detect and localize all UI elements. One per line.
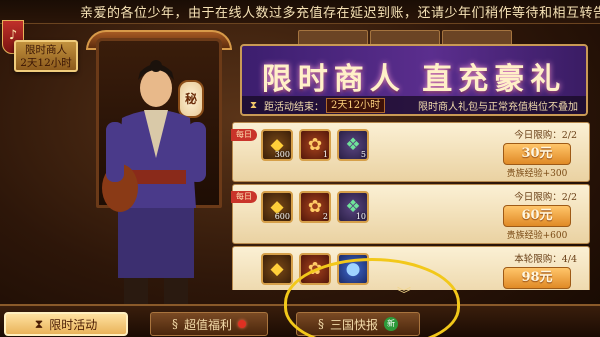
- purchase-limit: 今日限购：2/2: [514, 130, 577, 141]
- vip-exp-bonus: 贵族经验+300: [506, 169, 568, 179]
- item-count: 10: [355, 212, 366, 221]
- blue-orb-icon[interactable]: ●: [337, 253, 369, 285]
- event-banner: 限时商人 直充豪礼 ⧗ 距活动结束： 2天12小时 限时商人礼包与正常充值档位不…: [240, 44, 588, 116]
- nav-value-benefits[interactable]: § 超值福利: [150, 312, 268, 336]
- purchase-limit: 今日限购：2/2: [514, 192, 577, 203]
- daily-tag: 每日: [231, 191, 257, 203]
- item-count: 600: [274, 212, 290, 221]
- buy-button[interactable]: 30元: [503, 143, 571, 165]
- swirl-icon: §: [317, 317, 324, 331]
- nav-three-kingdoms-news[interactable]: § 三国快报 新: [296, 312, 420, 336]
- vip-exp-bonus: 贵族经验+600: [506, 231, 568, 241]
- hourglass-icon: ⧗: [250, 99, 258, 111]
- marquee-text: 亲爱的各位少年，由于在线人数过多充值存在延迟到账，还请少年们稍作等待和相互转告: [80, 6, 600, 21]
- offer-list[interactable]: 每日 ◆ 300 ✿ 1 ❖ 5 今日限购：2/2 30元 贵族经验+300 每日 ◆…: [228, 120, 594, 290]
- gold-ingot-icon[interactable]: ◆ 600: [261, 191, 293, 223]
- item-count: 5: [360, 150, 366, 159]
- nav-label: 超值福利: [183, 317, 232, 332]
- merchant-character: [102, 60, 206, 304]
- jade-token-icon[interactable]: ❖ 5: [337, 129, 369, 161]
- scroll-bag-icon[interactable]: ✿ 1: [299, 129, 331, 161]
- chevron-down-icon[interactable]: ︾: [397, 284, 411, 304]
- gold-ingot-icon[interactable]: ◆: [261, 253, 293, 285]
- nav-label: 限时活动: [49, 317, 98, 332]
- new-badge: 新: [384, 317, 398, 331]
- swirl-icon: §: [171, 317, 178, 331]
- offer-row: 每日 ◆ 600 ✿ 2 ❖ 10 今日限购：2/2 60元 贵族经验+600: [231, 184, 590, 244]
- nav-label: 三国快报: [329, 317, 378, 332]
- hourglass-icon: ⧗: [34, 316, 44, 331]
- nav-limited-events[interactable]: ⧗ 限时活动: [4, 312, 128, 336]
- timer-badge-title: 限时商人: [25, 44, 67, 56]
- offer-purchase: 今日限购：2/2 60元 贵族经验+600: [491, 189, 583, 241]
- offer-purchase: 今日限购：2/2 30元 贵族经验+300: [491, 127, 583, 179]
- announcement-marquee: 亲爱的各位少年，由于在线人数过多充值存在延迟到账，还请少年们稍作等待和相互转告: [0, 0, 600, 24]
- daily-tag: 每日: [231, 129, 257, 141]
- item-count: 300: [274, 150, 290, 159]
- countdown-value: 2天12小时: [326, 97, 386, 113]
- banner-title: 限时商人 直充豪礼: [261, 62, 567, 97]
- item-count: 2: [322, 212, 328, 221]
- offer-row: ◆ ✿ ● 本轮限购：4/4 98元: [232, 246, 590, 290]
- buy-button[interactable]: 98元: [503, 267, 571, 289]
- jade-token-icon[interactable]: ❖ 10: [337, 191, 369, 223]
- timer-badge-time: 2天12小时: [20, 57, 72, 69]
- scroll-bag-icon[interactable]: ✿ 2: [299, 191, 331, 223]
- item-count: 1: [322, 150, 328, 159]
- countdown-label: 距活动结束：: [264, 101, 324, 113]
- offer-purchase: 本轮限购：4/4 98元: [491, 251, 583, 289]
- banner-subbar: ⧗ 距活动结束： 2天12小时 限时商人礼包与正常充值档位不叠加: [242, 96, 586, 114]
- limited-merchant-timer-badge[interactable]: 限时商人 2天12小时: [14, 40, 78, 72]
- gold-ingot-icon[interactable]: ◆ 300: [261, 129, 293, 161]
- offer-row: 每日 ◆ 300 ✿ 1 ❖ 5 今日限购：2/2 30元 贵族经验+300: [231, 122, 590, 182]
- scroll-bag-icon[interactable]: ✿: [299, 253, 331, 285]
- purchase-limit: 本轮限购：4/4: [514, 254, 577, 265]
- notification-dot: [238, 320, 246, 328]
- buy-button[interactable]: 60元: [503, 205, 571, 227]
- bottom-nav: ⧗ 限时活动 § 超值福利 § 三国快报 新: [0, 304, 600, 337]
- banner-note: 限时商人礼包与正常充值档位不叠加: [418, 101, 578, 113]
